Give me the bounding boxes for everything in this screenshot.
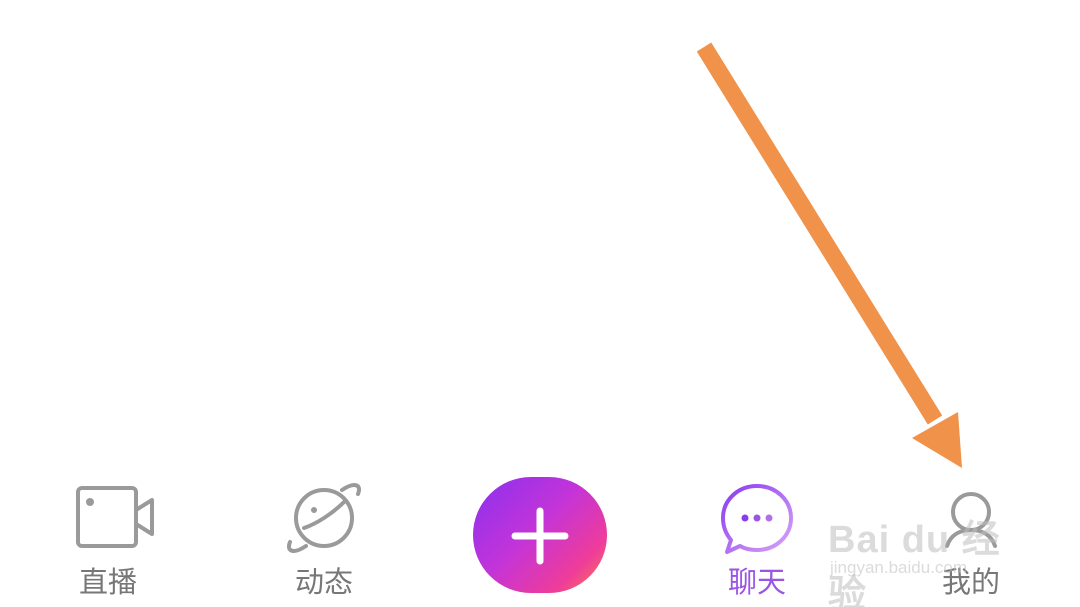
plus-icon bbox=[511, 507, 569, 565]
tab-live-label: 直播 bbox=[78, 565, 137, 599]
bottom-tab-bar: 直播 动态 聊天 我的 bbox=[0, 470, 1080, 607]
tab-feed[interactable]: 动态 bbox=[244, 470, 404, 607]
tab-chat-label: 聊天 bbox=[727, 565, 786, 599]
tab-chat[interactable]: 聊天 bbox=[677, 470, 837, 607]
publish-button[interactable] bbox=[473, 477, 607, 593]
chat-bubble-icon bbox=[721, 484, 793, 554]
planet-icon bbox=[287, 483, 361, 553]
app-screen: 直播 动态 聊天 我的 Bai du 经验 jingyan.baidu.com bbox=[0, 0, 1080, 607]
tab-feed-label: 动态 bbox=[294, 565, 353, 599]
tab-live[interactable]: 直播 bbox=[28, 470, 188, 607]
user-icon bbox=[945, 492, 997, 548]
tab-me-label: 我的 bbox=[941, 565, 1000, 599]
video-camera-icon bbox=[76, 486, 154, 548]
tab-me[interactable]: 我的 bbox=[891, 470, 1051, 607]
